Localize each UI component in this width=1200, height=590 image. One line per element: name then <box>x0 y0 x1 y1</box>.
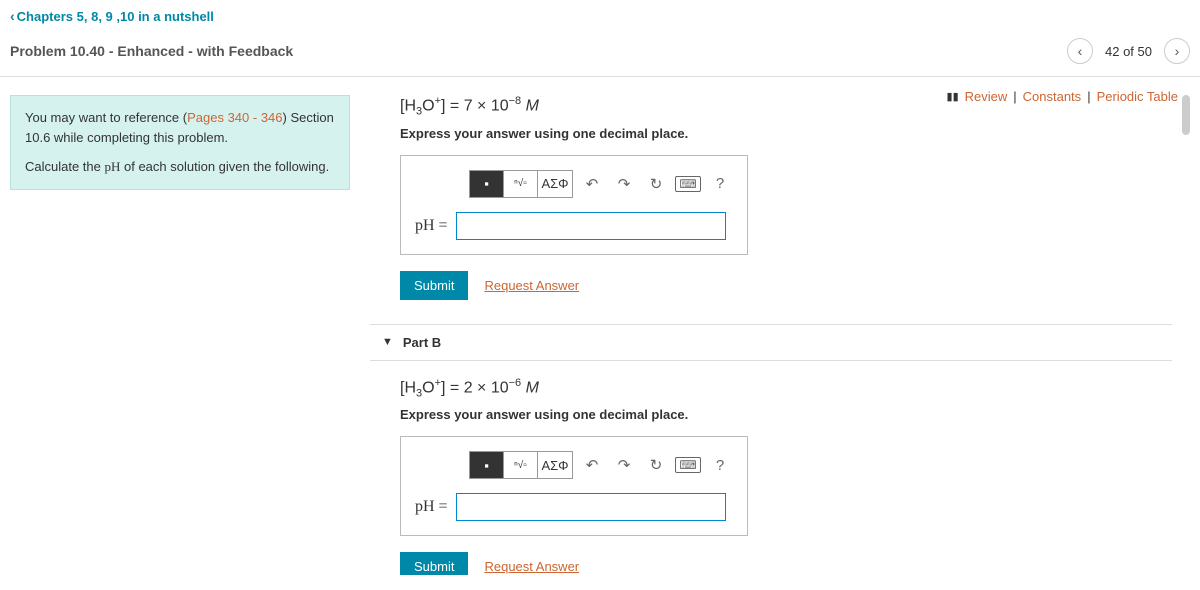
prev-button[interactable]: ‹ <box>1067 38 1093 64</box>
undo-button[interactable]: ↶ <box>579 171 605 197</box>
equation-b: [H3O+] = 2 × 10−6 M <box>400 377 1172 400</box>
next-button[interactable]: › <box>1164 38 1190 64</box>
back-text: Chapters 5, 8, 9 ,10 in a nutshell <box>17 9 214 24</box>
reset-button[interactable]: ↻ <box>643 452 669 478</box>
chevron-right-icon: › <box>1175 43 1180 59</box>
template-icon: ▪ <box>484 176 489 191</box>
template-button[interactable]: ▪ <box>470 171 504 197</box>
reset-icon: ↻ <box>650 456 663 474</box>
instruction-a: Express your answer using one decimal pl… <box>400 126 1172 141</box>
keyboard-icon: ⌨ <box>675 176 700 192</box>
reset-button[interactable]: ↻ <box>643 171 669 197</box>
template-button[interactable]: ▪ <box>470 452 504 478</box>
keyboard-icon: ⌨ <box>675 457 700 473</box>
request-answer-b[interactable]: Request Answer <box>484 559 579 574</box>
answer-box-b: ▪ ⁿ√▫ ΑΣΦ ↶ ↷ ↻ ⌨ ? pH = <box>400 436 748 536</box>
answer-label-b: pH = <box>415 498 448 516</box>
pages-link[interactable]: Pages 340 - 346 <box>187 110 282 125</box>
answer-box-a: ▪ ⁿ√▫ ΑΣΦ ↶ ↷ ↻ ⌨ ? pH = <box>400 155 748 255</box>
scrollbar[interactable] <box>1182 95 1190 135</box>
back-link[interactable]: ‹ Chapters 5, 8, 9 ,10 in a nutshell <box>10 8 1190 24</box>
caret-down-icon: ▼ <box>382 336 393 348</box>
root-button[interactable]: ⁿ√▫ <box>504 171 538 197</box>
problem-title: Problem 10.40 - Enhanced - with Feedback <box>10 43 293 59</box>
constants-link[interactable]: Constants <box>1023 89 1082 104</box>
redo-button[interactable]: ↷ <box>611 452 637 478</box>
answer-input-b[interactable] <box>456 493 726 521</box>
review-link[interactable]: Review <box>965 89 1008 104</box>
help-button[interactable]: ? <box>707 452 733 478</box>
undo-icon: ↶ <box>586 175 599 193</box>
redo-icon: ↷ <box>618 456 631 474</box>
part-a: [H3O+] = 7 × 10−8 M Express your answer … <box>370 95 1172 300</box>
submit-button-a[interactable]: Submit <box>400 271 468 300</box>
page-counter: 42 of 50 <box>1105 44 1152 59</box>
keyboard-button[interactable]: ⌨ <box>675 452 701 478</box>
top-links: ▮▮ Review | Constants | Periodic Table <box>947 89 1178 104</box>
chevron-left-icon: ‹ <box>1078 43 1083 59</box>
keyboard-button[interactable]: ⌨ <box>675 171 701 197</box>
greek-button[interactable]: ΑΣΦ <box>538 171 572 197</box>
root-button[interactable]: ⁿ√▫ <box>504 452 538 478</box>
redo-icon: ↷ <box>618 175 631 193</box>
answer-label-a: pH = <box>415 217 448 235</box>
reset-icon: ↻ <box>650 175 663 193</box>
part-b: ▼ Part B [H3O+] = 2 × 10−6 M Express you… <box>370 324 1172 575</box>
chevron-left-icon: ‹ <box>10 8 15 24</box>
part-b-header[interactable]: ▼ Part B <box>370 324 1172 361</box>
instruction-b: Express your answer using one decimal pl… <box>400 407 1172 422</box>
greek-button[interactable]: ΑΣΦ <box>538 452 572 478</box>
hint-box: You may want to reference (Pages 340 - 3… <box>10 95 350 190</box>
help-button[interactable]: ? <box>707 171 733 197</box>
undo-icon: ↶ <box>586 456 599 474</box>
root-icon: ⁿ√▫ <box>514 178 527 189</box>
redo-button[interactable]: ↷ <box>611 171 637 197</box>
undo-button[interactable]: ↶ <box>579 452 605 478</box>
answer-input-a[interactable] <box>456 212 726 240</box>
template-icon: ▪ <box>484 458 489 473</box>
book-icon: ▮▮ <box>947 90 959 103</box>
submit-button-b[interactable]: Submit <box>400 552 468 575</box>
periodic-table-link[interactable]: Periodic Table <box>1097 89 1178 104</box>
request-answer-a[interactable]: Request Answer <box>484 278 579 293</box>
root-icon: ⁿ√▫ <box>514 460 527 471</box>
